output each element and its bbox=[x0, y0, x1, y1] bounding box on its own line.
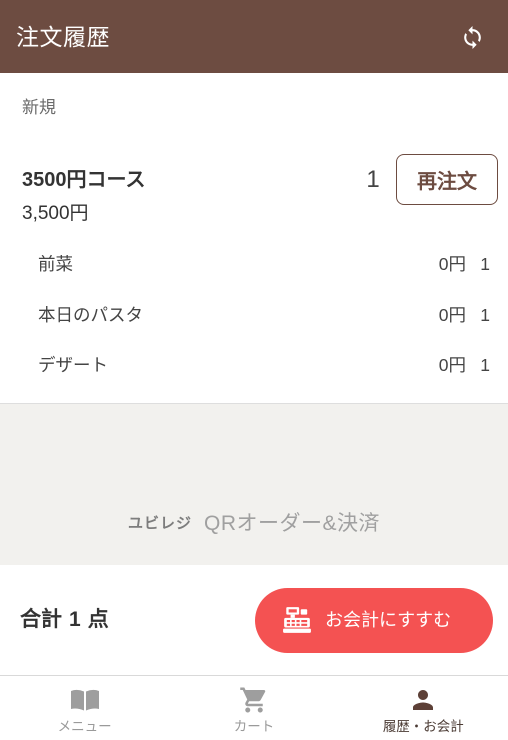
item-price: 3,500円 bbox=[22, 203, 89, 224]
refresh-button[interactable] bbox=[458, 23, 486, 51]
cart-icon bbox=[237, 685, 271, 715]
total-label: 合計 bbox=[20, 608, 62, 631]
option-price: 0円 bbox=[438, 304, 466, 325]
option-row: 前菜 0円 1 bbox=[0, 239, 508, 290]
option-quantity: 1 bbox=[480, 355, 490, 375]
order-history-screen: 注文履歴 新規 3500円コース 3,500円 1 再注文 前菜 0円 1 本日… bbox=[0, 0, 508, 740]
order-total: 合計 1 点 bbox=[20, 606, 109, 634]
option-name: デザート bbox=[38, 355, 108, 375]
nav-item-cart[interactable]: カート bbox=[169, 676, 338, 740]
option-quantity: 1 bbox=[480, 254, 490, 274]
total-count: 1 bbox=[69, 608, 81, 631]
nav-label-menu: メニュー bbox=[57, 719, 112, 734]
option-name: 前菜 bbox=[38, 254, 73, 274]
nav-item-history[interactable]: 履歴・お会計 bbox=[339, 676, 508, 740]
option-quantity: 1 bbox=[480, 304, 490, 325]
option-row: 本日のパスタ 0円 1 bbox=[0, 290, 508, 341]
item-options: 前菜 0円 1 本日のパスタ 0円 1 デザート 0円 1 bbox=[0, 239, 508, 391]
cash-register-icon bbox=[283, 607, 311, 633]
sync-icon bbox=[463, 25, 481, 49]
nav-label-cart: カート bbox=[233, 719, 275, 734]
option-price: 0円 bbox=[438, 254, 466, 274]
total-bar: 合計 1 点 お会計にすすむ bbox=[0, 565, 508, 675]
brand-logo: ユビレジ QRオーダー&決済 bbox=[0, 507, 508, 537]
item-quantity: 1 bbox=[366, 166, 380, 193]
brand-name: ユビレジ bbox=[127, 514, 192, 532]
brand-product: QRオーダー&決済 bbox=[204, 512, 381, 535]
option-price: 0円 bbox=[438, 355, 466, 375]
item-name: 3500円コース bbox=[22, 169, 146, 191]
person-icon bbox=[406, 685, 440, 715]
page-title: 注文履歴 bbox=[16, 24, 110, 50]
bottom-nav: メニュー カート 履歴・お会計 bbox=[0, 675, 508, 740]
branding-area: ユビレジ QRオーダー&決済 bbox=[0, 404, 508, 565]
book-icon bbox=[68, 685, 102, 715]
checkout-button[interactable]: お会計にすすむ bbox=[255, 588, 493, 653]
nav-item-menu[interactable]: メニュー bbox=[0, 676, 169, 740]
reorder-button[interactable]: 再注文 bbox=[396, 154, 498, 205]
checkout-label: お会計にすすむ bbox=[325, 610, 452, 630]
order-list: 新規 3500円コース 3,500円 1 再注文 前菜 0円 1 本日のパスタ … bbox=[0, 73, 508, 404]
app-header: 注文履歴 bbox=[0, 0, 508, 73]
order-status-label: 新規 bbox=[22, 98, 56, 117]
total-unit: 点 bbox=[87, 608, 109, 631]
option-row: デザート 0円 1 bbox=[0, 340, 508, 391]
option-name: 本日のパスタ bbox=[38, 304, 143, 325]
nav-label-history: 履歴・お会計 bbox=[382, 719, 464, 734]
